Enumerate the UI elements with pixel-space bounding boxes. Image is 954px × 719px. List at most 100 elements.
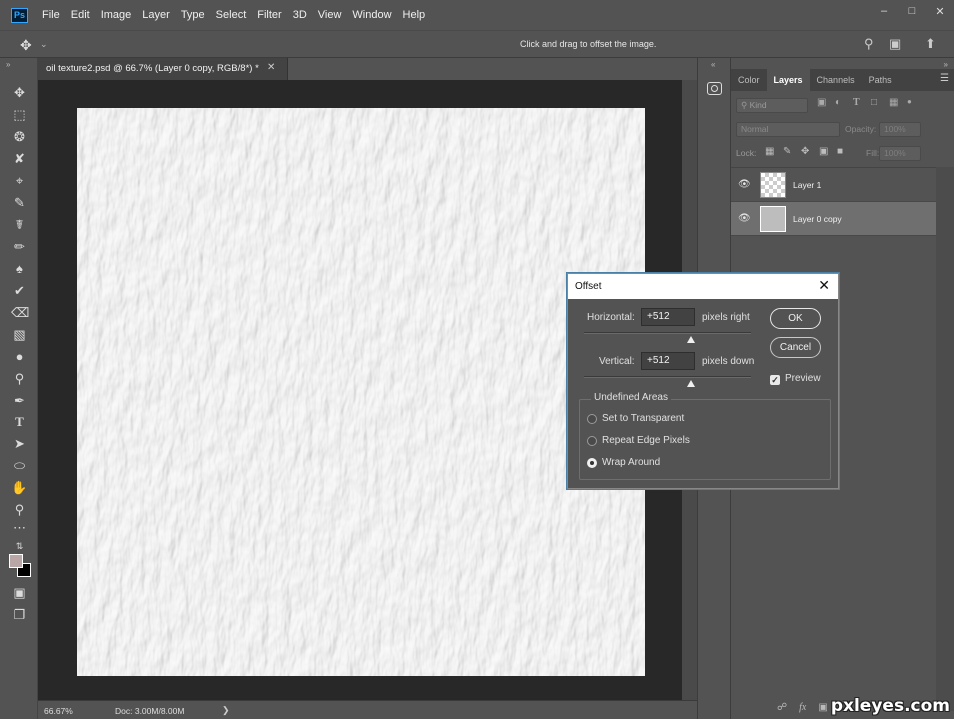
dodge-icon[interactable]: ⚲ (11, 370, 28, 387)
share-icon[interactable]: ⬆ (925, 36, 936, 52)
quick-select-icon[interactable]: ✘ (11, 150, 28, 167)
panel-menu-icon[interactable]: ☰ (940, 73, 949, 84)
shape-filter-icon[interactable]: □ (871, 97, 877, 108)
camera-icon[interactable] (707, 82, 722, 95)
eye-icon[interactable]: 👁 (738, 213, 751, 224)
pen-icon[interactable]: ✒ (11, 392, 28, 409)
wrap-around-radio[interactable] (587, 458, 597, 468)
hand-icon[interactable]: ✋ (11, 479, 28, 496)
lock-pixels-icon[interactable]: ✎ (783, 146, 791, 157)
horizontal-field[interactable]: +512 (641, 308, 695, 326)
menu-type[interactable]: Type (181, 9, 205, 21)
vertical-field[interactable]: +512 (641, 352, 695, 370)
set-transparent-radio[interactable] (587, 414, 597, 424)
move-icon[interactable]: ✥ (11, 84, 28, 101)
oil-texture-canvas[interactable] (77, 108, 645, 676)
quick-mask-icon[interactable]: ▣ (11, 584, 28, 601)
menu-select[interactable]: Select (216, 9, 247, 21)
expand-icon[interactable]: « (711, 60, 715, 69)
image-filter-icon[interactable]: ▣ (817, 97, 826, 108)
path-select-icon[interactable]: ➤ (11, 435, 28, 452)
ok-button[interactable]: OK (770, 308, 821, 329)
document-tab[interactable]: oil texture2.psd @ 66.7% (Layer 0 copy, … (38, 58, 288, 80)
screen-mode-icon[interactable]: ❐ (11, 606, 28, 623)
preview-checkbox[interactable]: ✓ (770, 375, 780, 385)
collapse-icon[interactable]: » (6, 60, 10, 69)
eyedropper-icon[interactable]: ✎ (11, 194, 28, 211)
horizontal-slider-track[interactable] (584, 332, 751, 334)
doc-size-info: Doc: 3.00M/8.00M (115, 706, 185, 716)
search-icon[interactable]: ⚲ (864, 36, 874, 52)
marquee-icon[interactable]: ⬚ (11, 106, 28, 123)
move-tool-icon[interactable]: ✥ (20, 37, 32, 54)
menu-view[interactable]: View (318, 9, 342, 21)
type-filter-icon[interactable]: T (853, 97, 860, 108)
maximize-button[interactable]: □ (898, 0, 926, 22)
collapse-icon[interactable]: » (944, 60, 948, 69)
menu-layer[interactable]: Layer (142, 9, 170, 21)
eye-icon[interactable]: 👁 (738, 179, 751, 190)
tab-color[interactable]: Color (731, 69, 767, 91)
healing-icon[interactable]: ☤ (11, 216, 28, 233)
lock-transparency-icon[interactable]: ▦ (765, 146, 774, 157)
stamp-icon[interactable]: ♠ (11, 260, 28, 277)
brush-icon[interactable]: ✏ (11, 238, 28, 255)
vertical-slider-track[interactable] (584, 376, 751, 378)
lock-artboard-icon[interactable]: ▣ (819, 146, 828, 157)
blur-icon[interactable]: ● (11, 348, 28, 365)
fill-field[interactable]: 100% (879, 146, 921, 161)
lock-all-icon[interactable]: ■ (837, 146, 843, 157)
history-brush-icon[interactable]: ✔ (11, 282, 28, 299)
minimize-button[interactable]: – (870, 0, 898, 22)
zoom-level[interactable]: 66.67% (44, 706, 73, 716)
vertical-slider-thumb[interactable] (687, 380, 695, 387)
zoom-icon[interactable]: ⚲ (11, 501, 28, 518)
type-icon[interactable]: T (11, 413, 28, 430)
foreground-color-swatch[interactable] (9, 554, 23, 568)
layers-scroll-track[interactable] (936, 167, 954, 711)
crop-icon[interactable]: ⌖ (11, 172, 28, 189)
lasso-icon[interactable]: ❂ (11, 128, 28, 145)
menu-filter[interactable]: Filter (257, 9, 281, 21)
link-icon[interactable]: ☍ (777, 702, 787, 713)
repeat-edge-radio[interactable] (587, 436, 597, 446)
gradient-icon[interactable]: ▧ (11, 326, 28, 343)
blend-mode-select[interactable]: Normal (736, 122, 840, 137)
tab-channels[interactable]: Channels (810, 69, 862, 91)
more-tools-icon[interactable]: ⋯ (11, 519, 28, 536)
wrap-around-label[interactable]: Wrap Around (602, 457, 660, 468)
chevron-down-icon[interactable]: ⌄ (40, 39, 48, 50)
undefined-areas-label: Undefined Areas (591, 392, 671, 403)
menu-3d[interactable]: 3D (293, 9, 307, 21)
close-icon[interactable]: ✕ (818, 277, 830, 294)
set-transparent-label[interactable]: Set to Transparent (602, 413, 684, 424)
fx-icon[interactable]: fx (799, 702, 806, 713)
smart-object-filter-icon[interactable]: ▦ (889, 97, 898, 108)
menu-image[interactable]: Image (101, 9, 132, 21)
mask-icon[interactable]: ▣ (818, 702, 827, 713)
tab-paths[interactable]: Paths (862, 69, 899, 91)
opacity-field[interactable]: 100% (879, 122, 921, 137)
menu-edit[interactable]: Edit (71, 9, 90, 21)
layer-row[interactable]: 👁 Layer 1 (731, 168, 936, 202)
adjustment-filter-icon[interactable]: ◐ (835, 97, 841, 108)
close-icon[interactable]: ✕ (267, 62, 275, 73)
swap-colors-icon[interactable]: ⇅ (11, 538, 28, 555)
cancel-button[interactable]: Cancel (770, 337, 821, 358)
menu-window[interactable]: Window (352, 9, 391, 21)
lock-position-icon[interactable]: ✥ (801, 146, 809, 157)
horizontal-slider-thumb[interactable] (687, 336, 695, 343)
tab-layers[interactable]: Layers (766, 69, 810, 91)
layer-row[interactable]: 👁 Layer 0 copy (731, 202, 936, 236)
menu-file[interactable]: File (42, 9, 60, 21)
menu-help[interactable]: Help (403, 9, 426, 21)
kind-filter-select[interactable]: ⚲ Kind (736, 98, 808, 113)
window-close-button[interactable]: ✕ (926, 0, 954, 22)
filter-toggle-icon[interactable]: ● (907, 97, 912, 106)
chevron-right-icon[interactable]: ❯ (222, 705, 230, 716)
ellipse-icon[interactable]: ⬭ (11, 457, 28, 474)
workspace-icon[interactable]: ▣ (889, 36, 901, 52)
repeat-edge-label[interactable]: Repeat Edge Pixels (602, 435, 690, 446)
dialog-titlebar[interactable]: Offset ✕ (568, 274, 838, 299)
eraser-icon[interactable]: ⌫ (11, 304, 29, 321)
